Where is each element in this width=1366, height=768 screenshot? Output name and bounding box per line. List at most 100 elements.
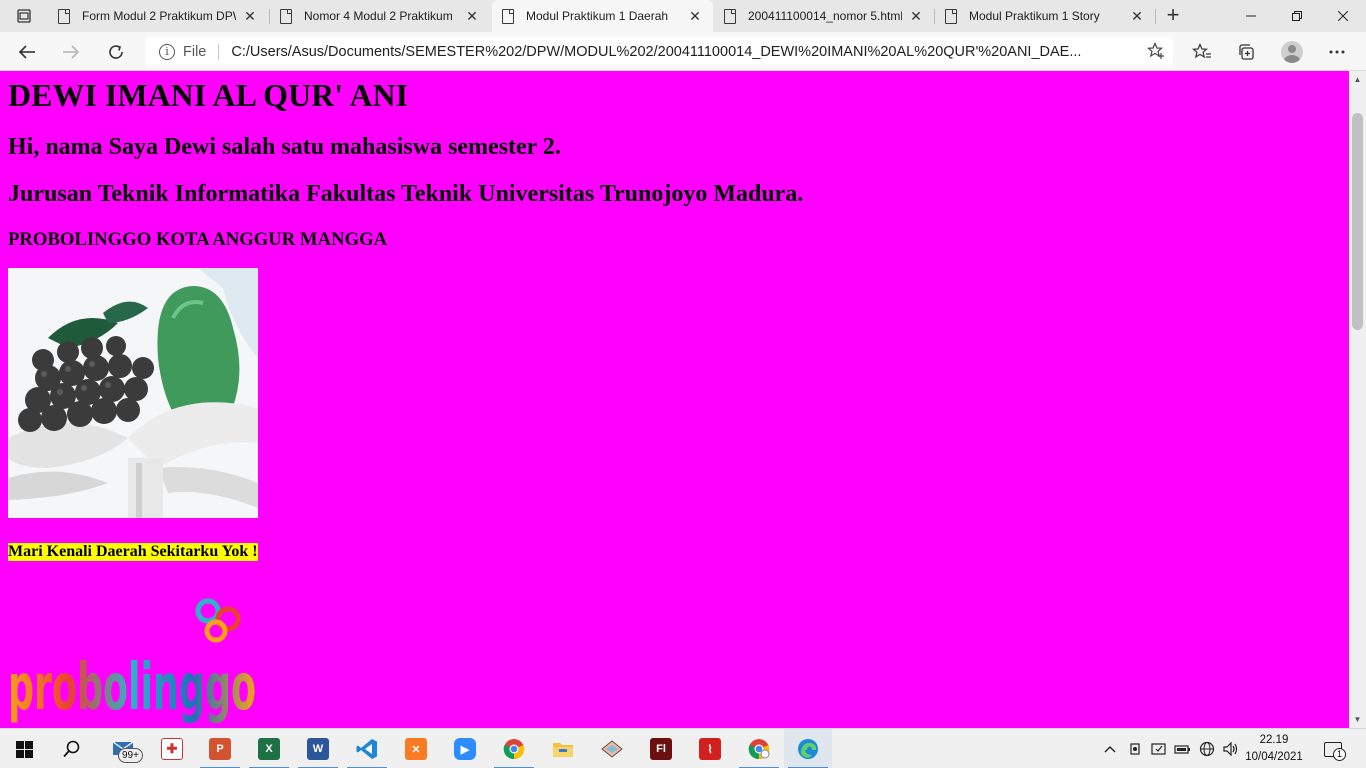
browser-toolbar: i File C:/Users/Asus/Documents/SEMESTER%…	[0, 32, 1366, 71]
avatar-icon	[1281, 41, 1303, 63]
intro-line: Hi, nama Saya Dewi salah satu mahasiswa …	[8, 134, 561, 160]
page-heading: DEWI IMANI AL QUR' ANI	[8, 77, 409, 113]
mail-unread-badge: 99+	[118, 748, 143, 763]
favorites-star-icon	[1192, 43, 1211, 59]
tab-title: Nomor 4 Modul 2 Praktikum	[304, 9, 453, 23]
tab-modul-praktikum-1-story[interactable]: Modul Praktikum 1 Story ✕	[935, 0, 1155, 32]
taskbar-clock[interactable]: 22.19 10/04/2021	[1240, 732, 1308, 766]
document-icon	[502, 8, 514, 24]
scroll-down-arrow[interactable]: ▼	[1349, 711, 1366, 728]
taskbar-file-explorer[interactable]	[539, 729, 587, 768]
vscode-icon	[356, 739, 377, 759]
chevron-up-icon	[1104, 746, 1116, 753]
favorites-button[interactable]	[1187, 37, 1217, 67]
taskbar-vscode[interactable]	[343, 729, 391, 768]
document-icon	[280, 8, 292, 24]
arrow-right-icon	[63, 45, 80, 59]
close-icon	[1338, 11, 1348, 21]
department-line: Jurusan Teknik Informatika Fakultas Tekn…	[8, 181, 804, 207]
start-button[interactable]	[0, 729, 48, 768]
restore-button[interactable]	[1274, 0, 1320, 32]
refresh-icon	[109, 45, 123, 59]
collections-button[interactable]	[1231, 37, 1261, 67]
add-favorite-button[interactable]	[1146, 42, 1165, 65]
highlighted-tagline: Mari Kenali Daerah Sekitarku Yok !	[8, 543, 258, 561]
tray-volume[interactable]	[1220, 729, 1242, 768]
taskbar-chrome[interactable]	[490, 729, 538, 768]
tab-actions-menu-button[interactable]	[6, 5, 42, 27]
address-bar[interactable]: i File C:/Users/Asus/Documents/SEMESTER%…	[145, 37, 1173, 66]
globe-icon	[1199, 741, 1215, 757]
taskbar-excel[interactable]: X	[245, 729, 293, 768]
clock-time: 22.19	[1259, 734, 1289, 746]
chrome-canary-icon	[748, 739, 770, 760]
taskbar-chrome-canary[interactable]	[735, 729, 783, 768]
show-hidden-icons-button[interactable]	[1100, 729, 1120, 768]
clock-date: 10/04/2021	[1245, 751, 1303, 763]
info-icon[interactable]: i	[159, 43, 175, 60]
battery-icon	[1174, 745, 1190, 754]
tab-title: Modul Praktikum 1 Story	[969, 9, 1100, 23]
new-tab-button[interactable]: +	[1160, 4, 1186, 28]
close-tab-button[interactable]: ✕	[1129, 8, 1145, 24]
taskbar-word[interactable]: W	[294, 729, 342, 768]
search-icon	[63, 740, 80, 758]
forward-button[interactable]	[56, 37, 86, 67]
taskbar-flash[interactable]: Fl	[637, 729, 685, 768]
folder-icon	[553, 743, 573, 757]
powerpoint-icon: P	[209, 738, 231, 760]
taskbar-mail[interactable]: 99+	[100, 729, 148, 768]
close-tab-button[interactable]: ✕	[908, 8, 924, 24]
tab-modul-praktikum-1-daerah[interactable]: Modul Praktikum 1 Daerah ✕	[492, 0, 713, 32]
document-icon	[724, 8, 736, 24]
taskbar-xampp[interactable]: ✕	[392, 729, 440, 768]
taskbar-acrobat[interactable]: ⌇	[686, 729, 734, 768]
photos-icon	[601, 740, 623, 758]
usb-device-icon	[1130, 743, 1140, 755]
tray-security[interactable]	[1148, 729, 1170, 768]
settings-menu-button[interactable]	[1322, 37, 1352, 67]
close-tab-button[interactable]: ✕	[687, 8, 703, 24]
page-scrollbar[interactable]: ▲ ▼	[1349, 71, 1366, 728]
notification-center-button[interactable]: 1	[1320, 737, 1346, 761]
taskbar-gift[interactable]: ✚	[148, 729, 196, 768]
close-tab-button[interactable]: ✕	[242, 8, 258, 24]
scroll-up-arrow[interactable]: ▲	[1349, 71, 1366, 88]
zoom-icon: ▶	[454, 738, 476, 760]
taskbar-photos[interactable]	[588, 729, 636, 768]
tray-network[interactable]	[1196, 729, 1218, 768]
windows-logo-icon	[15, 740, 33, 758]
taskbar-powerpoint[interactable]: P	[196, 729, 244, 768]
flash-icon: Fl	[650, 738, 672, 760]
tab-form-modul-2[interactable]: Form Modul 2 Praktikum DPW ✕	[48, 0, 268, 32]
tab-nomor-4-modul-2[interactable]: Nomor 4 Modul 2 Praktikum ✕	[270, 0, 490, 32]
security-icon	[1151, 743, 1166, 755]
document-icon	[945, 8, 957, 24]
url-text[interactable]: C:/Users/Asus/Documents/SEMESTER%202/DPW…	[231, 44, 1131, 60]
tab-actions-icon	[17, 9, 31, 23]
arrow-left-icon	[18, 45, 35, 59]
taskbar-zoom[interactable]: ▶	[441, 729, 489, 768]
taskbar-edge[interactable]	[784, 729, 832, 768]
profile-button[interactable]	[1277, 37, 1307, 67]
tab-nomor-5-html[interactable]: 200411100014_nomor 5.html ✕	[714, 0, 934, 32]
gift-icon: ✚	[161, 738, 183, 760]
logo-lettering: probolinggo	[8, 651, 256, 725]
tab-title: Form Modul 2 Praktikum DPW	[82, 9, 236, 23]
page-viewport: DEWI IMANI AL QUR' ANI Hi, nama Saya Dew…	[0, 71, 1349, 728]
tray-device[interactable]	[1124, 729, 1146, 768]
excel-icon: X	[258, 738, 280, 760]
close-tab-button[interactable]: ✕	[464, 8, 480, 24]
tray-battery[interactable]	[1172, 729, 1194, 768]
acrobat-icon: ⌇	[699, 738, 721, 760]
search-button[interactable]	[48, 729, 96, 768]
back-button[interactable]	[12, 37, 42, 67]
tab-title: 200411100014_nomor 5.html	[748, 9, 902, 23]
edge-icon	[798, 739, 818, 759]
close-window-button[interactable]	[1320, 0, 1366, 32]
probolinggo-logo-image: probolinggo	[8, 591, 258, 728]
scrollbar-thumb[interactable]	[1352, 113, 1363, 330]
refresh-button[interactable]	[101, 37, 131, 67]
minimize-button[interactable]	[1228, 0, 1274, 32]
city-caption: PROBOLINGGO KOTA ANGGUR MANGGA	[8, 229, 388, 250]
